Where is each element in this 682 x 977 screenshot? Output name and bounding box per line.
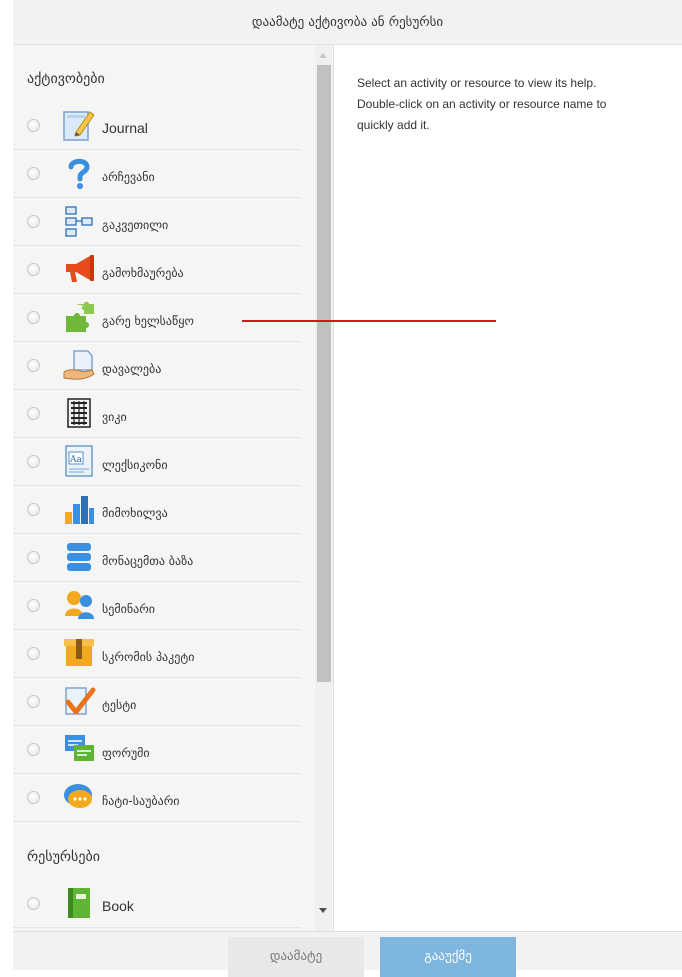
activity-radio[interactable]	[27, 359, 40, 372]
help-text-panel: Select an activity or resource to view i…	[357, 73, 682, 136]
external-tool-puzzle-icon	[66, 301, 94, 332]
dialog-header: დაამატე აქტივობა ან რესურსი	[13, 0, 682, 45]
activity-radio[interactable]	[27, 743, 40, 756]
activity-item-external-tool[interactable]: გარე ხელსაწყო	[13, 294, 301, 342]
scroll-up-arrow-icon[interactable]	[319, 53, 327, 58]
activity-item-database[interactable]: მონაცემთა ბაზა	[13, 534, 301, 582]
resources-section-title: რესურსები	[27, 849, 100, 865]
activity-item-quiz[interactable]: ტესტი	[13, 678, 301, 726]
activity-radio[interactable]	[27, 551, 40, 564]
journal-icon	[63, 111, 95, 141]
activity-item-forum[interactable]: ფორუმი	[13, 726, 301, 774]
activity-radio[interactable]	[27, 167, 40, 180]
activity-label: დავალება	[102, 362, 162, 376]
resource-item-book[interactable]: Book	[13, 880, 301, 928]
add-activity-dialog: დაამატე აქტივობა ან რესურსი აქტივობები J…	[13, 0, 682, 977]
quiz-checkmark-icon	[65, 687, 96, 715]
workshop-icon	[65, 591, 94, 619]
activity-label: ლექსიკონი	[102, 458, 168, 472]
pane-divider	[333, 45, 334, 931]
activity-radio[interactable]	[27, 119, 40, 132]
activity-radio[interactable]	[27, 503, 40, 516]
activity-item-chat[interactable]: ჩატი-საუბარი	[13, 774, 301, 822]
help-line: quickly add it.	[357, 118, 430, 132]
choice-question-icon	[68, 158, 90, 189]
forum-icon	[65, 735, 94, 761]
annotation-pointer-line	[242, 320, 496, 322]
activity-item-survey[interactable]: მიმოხილვა	[13, 486, 301, 534]
scorm-package-icon	[64, 639, 94, 666]
activity-item-glossary[interactable]: Aa ლექსიკონი	[13, 438, 301, 486]
activity-chooser-list-pane[interactable]: აქტივობები Journal არჩევანი გაკვეთილი გა…	[13, 45, 333, 931]
activity-label: გამოხმაურება	[102, 266, 184, 280]
cancel-button[interactable]: გააუქმე	[380, 937, 516, 977]
activity-label: მიმოხილვა	[102, 506, 168, 520]
activity-item-choice[interactable]: არჩევანი	[13, 150, 301, 198]
activity-radio[interactable]	[27, 791, 40, 804]
activity-label: გარე ხელსაწყო	[102, 314, 194, 328]
help-line: Select an activity or resource to view i…	[357, 76, 597, 90]
activity-item-feedback[interactable]: გამოხმაურება	[13, 246, 301, 294]
activity-radio[interactable]	[27, 455, 40, 468]
scrollbar-thumb[interactable]	[317, 65, 331, 682]
book-icon	[68, 888, 90, 918]
dialog-footer: დაამატე გააუქმე	[13, 931, 682, 977]
survey-chart-icon	[65, 496, 94, 524]
lesson-icon	[65, 206, 93, 237]
activity-label: ტესტი	[102, 698, 137, 712]
activity-radio[interactable]	[27, 215, 40, 228]
activity-item-scorm[interactable]: სკრომის პაკეტი	[13, 630, 301, 678]
activity-item-journal[interactable]: Journal	[13, 102, 301, 150]
glossary-icon: Aa	[65, 445, 93, 477]
activity-radio[interactable]	[27, 407, 40, 420]
activity-label: ჩატი-საუბარი	[102, 794, 180, 808]
help-line: Double-click on an activity or resource …	[357, 97, 607, 111]
activities-section-title: აქტივობები	[27, 71, 105, 87]
dialog-title: დაამატე აქტივობა ან რესურსი	[251, 14, 444, 30]
svg-text:Aa: Aa	[69, 455, 82, 465]
activity-label: Book	[102, 898, 134, 914]
list-scrollbar[interactable]	[315, 45, 332, 931]
wiki-icon	[67, 398, 91, 428]
database-icon	[67, 543, 91, 571]
activity-item-assignment[interactable]: დავალება	[13, 342, 301, 390]
activity-radio[interactable]	[27, 599, 40, 612]
activity-item-workshop[interactable]: სემინარი	[13, 582, 301, 630]
activity-label: ფორუმი	[102, 746, 150, 760]
activity-radio[interactable]	[27, 897, 40, 910]
activity-label: არჩევანი	[102, 170, 155, 184]
activity-label: ვიკი	[102, 410, 127, 424]
scroll-down-arrow-icon[interactable]	[319, 908, 327, 913]
activity-label: Journal	[102, 120, 148, 136]
activity-radio[interactable]	[27, 311, 40, 324]
activity-radio[interactable]	[27, 695, 40, 708]
activity-label: მონაცემთა ბაზა	[102, 554, 194, 568]
add-button[interactable]: დაამატე	[228, 937, 364, 977]
activity-radio[interactable]	[27, 647, 40, 660]
assignment-icon	[63, 350, 95, 380]
activity-item-wiki[interactable]: ვიკი	[13, 390, 301, 438]
chat-icon	[64, 784, 92, 808]
activity-label: სკრომის პაკეტი	[102, 650, 195, 664]
activity-label: სემინარი	[102, 602, 155, 616]
feedback-megaphone-icon	[66, 255, 94, 282]
activity-item-lesson[interactable]: გაკვეთილი	[13, 198, 301, 246]
activity-radio[interactable]	[27, 263, 40, 276]
activity-label: გაკვეთილი	[102, 218, 169, 232]
